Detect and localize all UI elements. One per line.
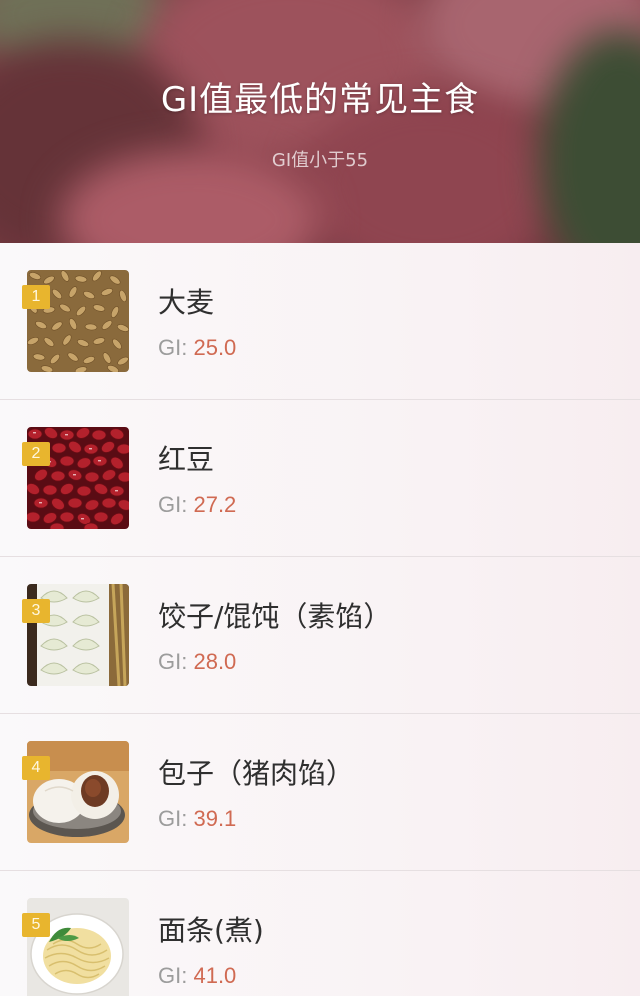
gi-label: GI:: [158, 806, 188, 831]
food-name: 饺子/馄饨（素馅）: [158, 600, 392, 633]
gi-label: GI:: [158, 492, 188, 517]
page-title: GI值最低的常见主食: [160, 80, 480, 120]
rank-badge: 3: [22, 599, 50, 623]
food-name: 大麦: [158, 286, 215, 319]
list-item[interactable]: 4 包子（猪肉馅） GI: 39.1: [0, 714, 640, 871]
rank-badge: 2: [22, 442, 50, 466]
gi-label: GI:: [158, 649, 188, 674]
food-name: 红豆: [158, 443, 215, 476]
gi-label: GI:: [158, 335, 188, 360]
food-name: 面条(煮): [158, 914, 264, 947]
rank-badge: 5: [22, 913, 50, 937]
rank-badge: 1: [22, 285, 50, 309]
gi-value: 41.0: [193, 963, 237, 988]
list-item[interactable]: 1 大麦 GI: 25.0: [0, 243, 640, 400]
gi-value-line: GI: 27.2: [158, 492, 236, 518]
food-name: 包子（猪肉馅）: [158, 757, 355, 790]
list-item[interactable]: 5 面条(煮) GI: 41.0: [0, 871, 640, 996]
page-subtitle: GI值小于55: [271, 150, 369, 171]
list-item[interactable]: 2 红豆 GI: 27.2: [0, 400, 640, 557]
gi-value-line: GI: 39.1: [158, 806, 236, 832]
page: GI值最低的常见主食 GI值小于55 1 大麦 GI: 25.0 2 红豆 GI…: [0, 0, 640, 996]
gi-label: GI:: [158, 963, 188, 988]
gi-value-line: GI: 41.0: [158, 963, 236, 989]
gi-value: 27.2: [193, 492, 237, 517]
food-list: 1 大麦 GI: 25.0 2 红豆 GI: 27.2 3 饺子/馄饨（素馅） …: [0, 243, 640, 996]
rank-badge: 4: [22, 756, 50, 780]
gi-value-line: GI: 25.0: [158, 335, 236, 361]
list-item[interactable]: 3 饺子/馄饨（素馅） GI: 28.0: [0, 557, 640, 714]
header-banner: GI值最低的常见主食 GI值小于55: [0, 0, 640, 243]
gi-value: 28.0: [193, 649, 237, 674]
gi-value: 25.0: [193, 335, 237, 360]
gi-value-line: GI: 28.0: [158, 649, 236, 675]
gi-value: 39.1: [193, 806, 237, 831]
